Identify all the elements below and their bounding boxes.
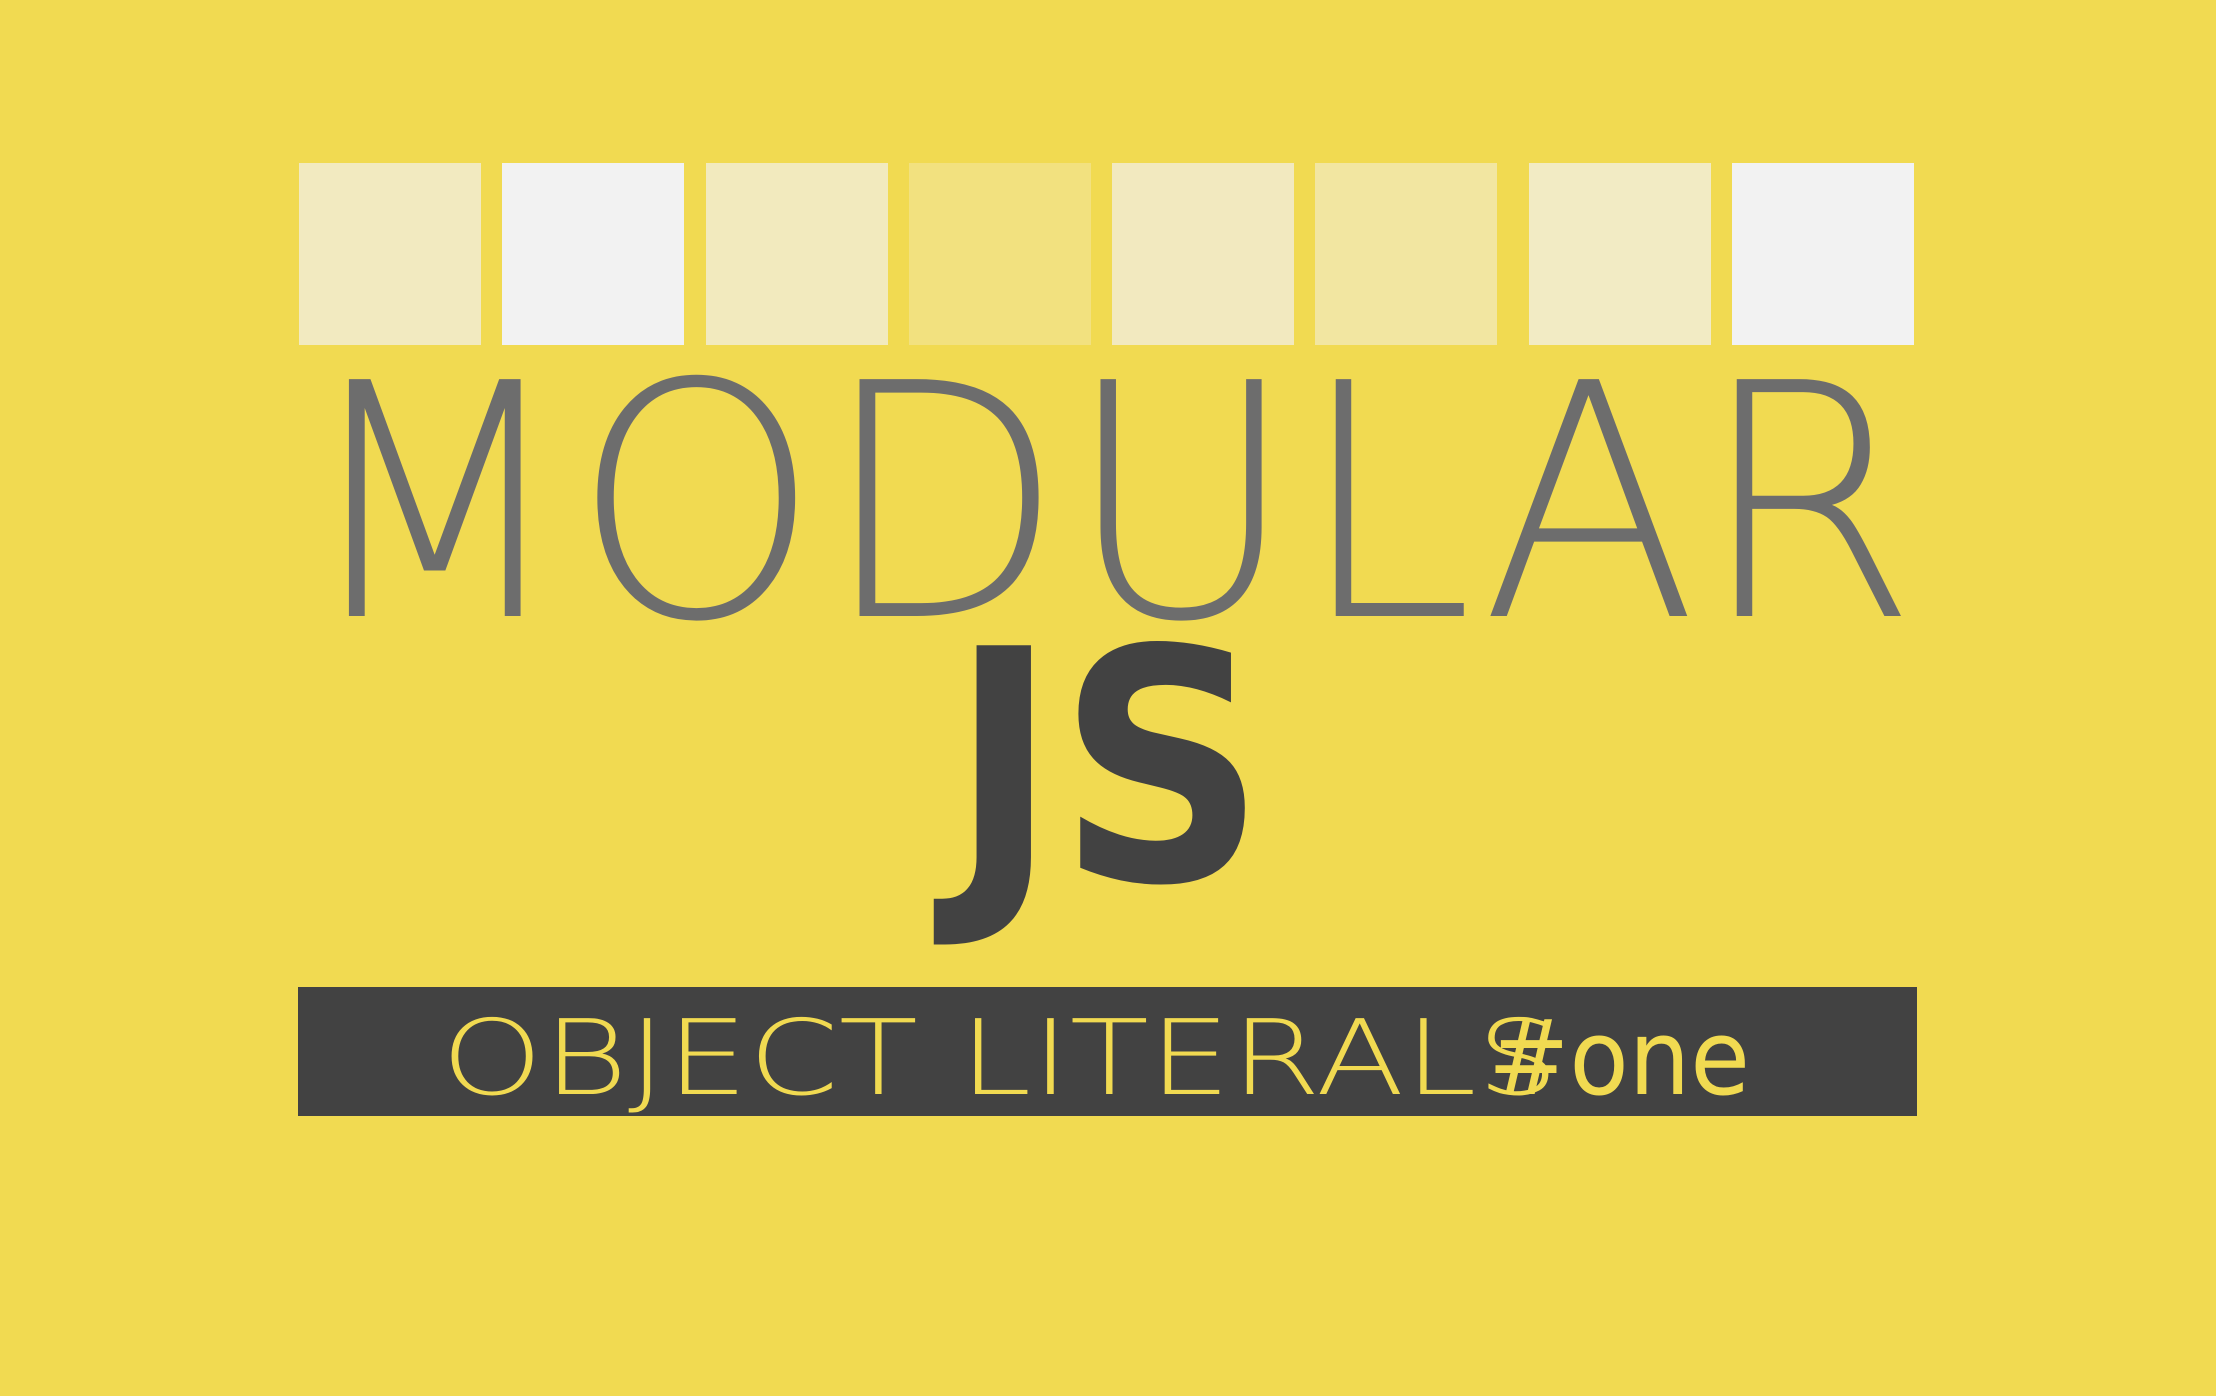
subtitle-banner: OBJECT LITERALS #one <box>298 987 1917 1116</box>
banner-hashtag: #one <box>1488 997 1750 1116</box>
banner-title: OBJECT LITERALS <box>441 997 1559 1116</box>
banner-text-graphic: OBJECT LITERALS #one <box>441 997 1750 1116</box>
title-graphic: MODULAR JS <box>298 314 1918 956</box>
js-subtitle: JS <box>932 581 1266 956</box>
